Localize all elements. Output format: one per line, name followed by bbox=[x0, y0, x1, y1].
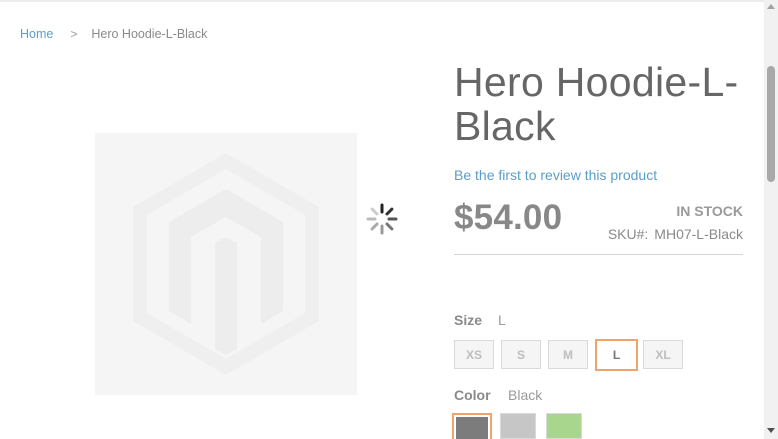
breadcrumb-separator-icon: > bbox=[70, 27, 78, 41]
sku-value: MH07-L-Black bbox=[654, 226, 743, 242]
sku: SKU#: MH07-L-Black bbox=[608, 226, 743, 242]
swatch-fill bbox=[501, 414, 535, 438]
size-selected-value: L bbox=[498, 312, 506, 328]
info-divider bbox=[454, 254, 743, 255]
size-option-l[interactable]: L bbox=[595, 339, 638, 371]
scroll-up-arrow-icon[interactable] bbox=[767, 4, 775, 9]
swatch-fill bbox=[456, 417, 488, 439]
review-link[interactable]: Be the first to review this product bbox=[454, 167, 657, 183]
color-label: Color bbox=[454, 387, 491, 403]
sku-label: SKU#: bbox=[607, 226, 649, 242]
size-option-xl[interactable]: XL bbox=[643, 340, 683, 369]
top-divider bbox=[0, 0, 764, 2]
product-image-placeholder[interactable] bbox=[95, 133, 357, 395]
size-option-xs[interactable]: XS bbox=[454, 340, 494, 369]
product-title: Hero Hoodie-L-Black bbox=[454, 59, 739, 149]
loading-spinner-icon bbox=[366, 203, 398, 235]
color-swatch-gray[interactable] bbox=[500, 413, 536, 439]
color-swatches bbox=[452, 413, 592, 439]
size-options: XS S M L XL bbox=[454, 339, 690, 371]
breadcrumb-current: Hero Hoodie-L-Black bbox=[91, 27, 208, 41]
breadcrumb-home-link[interactable]: Home bbox=[20, 27, 53, 41]
vertical-scrollbar[interactable] bbox=[764, 0, 778, 439]
size-option-s[interactable]: S bbox=[501, 340, 541, 369]
swatch-fill bbox=[547, 414, 581, 438]
scroll-thumb[interactable] bbox=[767, 66, 775, 182]
color-swatch-black[interactable] bbox=[452, 413, 492, 439]
color-selected-value: Black bbox=[508, 387, 543, 403]
color-swatch-green[interactable] bbox=[546, 413, 582, 439]
size-label: Size bbox=[454, 312, 483, 328]
product-page: Home > Hero Hoodie-L-Black Hero Hoodie-L… bbox=[0, 0, 778, 439]
scroll-down-arrow-icon[interactable] bbox=[767, 428, 775, 433]
product-price: $54.00 bbox=[454, 198, 563, 237]
breadcrumb: Home > Hero Hoodie-L-Black bbox=[20, 27, 207, 41]
stock-status: IN STOCK bbox=[676, 203, 743, 219]
size-option-m[interactable]: M bbox=[548, 340, 588, 369]
magento-logo-icon bbox=[133, 153, 319, 375]
